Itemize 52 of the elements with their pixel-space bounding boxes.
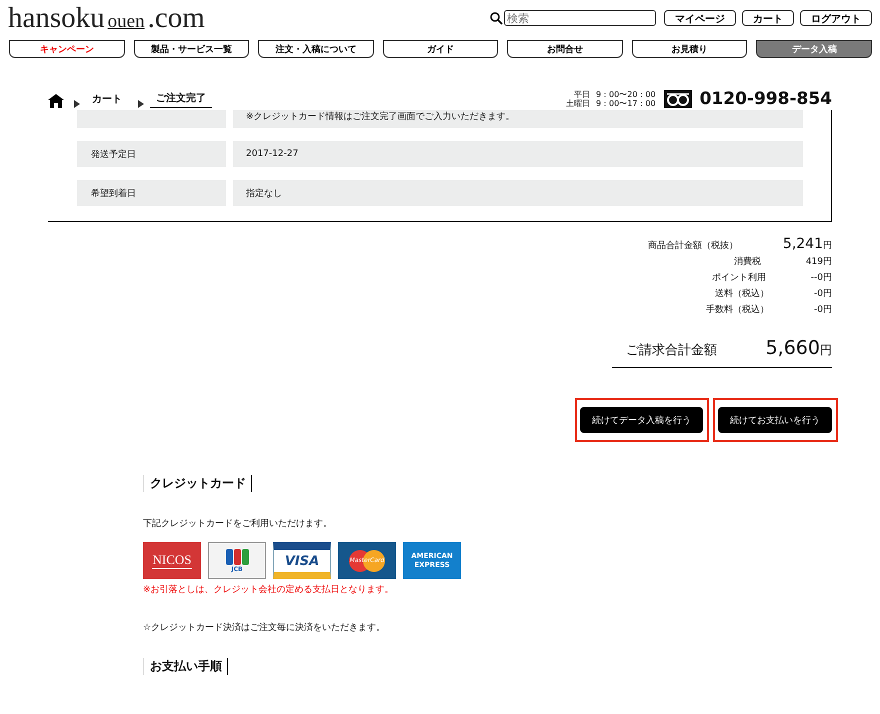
total-label: 手数料（税込） xyxy=(705,304,770,316)
breadcrumb-item[interactable]: ご注文完了 xyxy=(150,90,212,108)
table-cell: 希望到着日 xyxy=(77,180,226,206)
hours-time: 9：00〜20：00 xyxy=(596,90,656,99)
nav-tab[interactable]: データ入稿 xyxy=(756,40,872,58)
total-label: 消費税 xyxy=(732,256,761,268)
section-heading: お支払い手順 xyxy=(143,658,228,675)
table-cell: 2017-12-27 xyxy=(233,141,803,167)
note-text: ☆クレジットカード決済はご注文毎に決済をいただきます。 xyxy=(143,622,386,634)
arrow-icon xyxy=(74,100,80,108)
total-label: 送料（税込） xyxy=(714,288,770,300)
nav-tab[interactable]: 製品・サービス一覧 xyxy=(134,40,250,58)
arrow-icon xyxy=(138,100,144,108)
action-button[interactable]: 続けてお支払いを行う xyxy=(718,407,832,433)
card-logo: VISA xyxy=(273,542,331,579)
total-value: --0円 xyxy=(810,272,832,284)
header-link[interactable]: マイページ xyxy=(664,10,736,26)
logo-text[interactable]: .com xyxy=(148,2,205,35)
hours-day: 土曜日 xyxy=(566,99,590,108)
total-value: -0円 xyxy=(814,304,832,316)
total-value: -0円 xyxy=(814,288,832,300)
logo-text[interactable]: hansoku xyxy=(8,2,105,35)
home-icon[interactable] xyxy=(48,94,64,108)
grand-total-value: 5,660円 xyxy=(766,337,832,359)
total-label: ポイント利用 xyxy=(710,272,766,284)
nav-tab[interactable]: ガイド xyxy=(382,40,498,58)
header-link[interactable]: ログアウト xyxy=(800,10,872,26)
nav-tab[interactable]: 注文・入稿について xyxy=(258,40,374,58)
total-label: 商品合計金額（税抜） xyxy=(646,240,738,252)
search-field[interactable]: 検索 xyxy=(504,10,656,26)
nav-tab[interactable]: キャンペーン xyxy=(9,40,125,58)
total-value: 5,241円 xyxy=(782,236,832,252)
hours-time: 9：00〜17：00 xyxy=(596,99,656,108)
section-heading: クレジットカード xyxy=(143,475,252,492)
notice-text: ※お引落としは、クレジット会社の定める支払日となります。 xyxy=(143,584,395,596)
nav-tab[interactable]: お問合せ xyxy=(507,40,623,58)
grand-total-label: ご請求合計金額 xyxy=(626,342,717,359)
logo-text[interactable]: ouen xyxy=(108,11,145,33)
nav-tab[interactable]: お見積り xyxy=(632,40,748,58)
breadcrumb-item[interactable]: カート xyxy=(86,92,128,108)
table-cell: ※クレジットカード情報はご注文完了画面でご入力いただきます。 xyxy=(233,110,803,128)
table-cell: 指定なし xyxy=(233,180,803,206)
phone-number: 0120-998-854 xyxy=(700,89,832,109)
table-cell: 発送予定日 xyxy=(77,141,226,167)
hours-day: 平日 xyxy=(574,90,590,99)
card-logo: NICOS xyxy=(143,542,201,579)
intro-text: 下記クレジットカードをご利用いただけます。 xyxy=(143,518,333,530)
search-icon xyxy=(490,12,503,24)
total-value: 419円 xyxy=(806,256,832,268)
freedial-icon xyxy=(664,90,692,108)
header-link[interactable]: カート xyxy=(742,10,794,26)
action-button[interactable]: 続けてデータ入稿を行う xyxy=(580,407,703,433)
